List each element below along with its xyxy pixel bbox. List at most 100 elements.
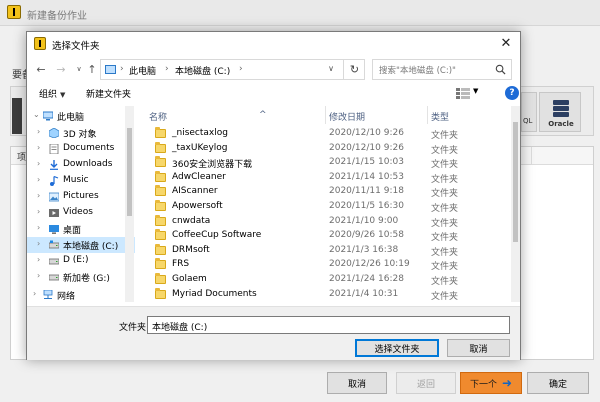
file-row[interactable]: AIScanner 2020/11/11 9:18 文件夹 bbox=[139, 185, 509, 200]
tree-item-drive-g[interactable]: › 新加卷 (G:) bbox=[27, 269, 135, 285]
expand-chevron-icon[interactable]: › bbox=[37, 143, 40, 152]
organize-menu[interactable]: 组织 ▼ bbox=[39, 87, 65, 100]
tree-item-label: Videos bbox=[63, 207, 93, 217]
tree-item-videos[interactable]: › Videos bbox=[27, 205, 135, 221]
tree-item-pictures[interactable]: › Pictures bbox=[27, 189, 135, 205]
column-header-modified[interactable]: 修改日期 bbox=[329, 110, 365, 123]
file-row[interactable]: CoffeeCup Software 2020/9/26 10:58 文件夹 bbox=[139, 229, 509, 244]
file-list-scrollbar[interactable] bbox=[511, 106, 520, 302]
close-icon[interactable]: ✕ bbox=[494, 32, 518, 54]
file-type: 文件夹 bbox=[431, 277, 459, 287]
file-row[interactable]: DRMsoft 2021/1/3 16:38 文件夹 bbox=[139, 243, 509, 259]
breadcrumb-local-disk[interactable]: 本地磁盘 (C:) bbox=[175, 64, 230, 77]
tree-item-documents[interactable]: › Documents bbox=[27, 141, 135, 157]
file-row[interactable]: Myriad Documents 2021/1/4 10:31 文件夹 bbox=[139, 287, 509, 302]
new-folder-button[interactable]: 新建文件夹 bbox=[86, 87, 131, 100]
tree-item-label: 此电脑 bbox=[57, 113, 85, 123]
breadcrumb-chevron-icon[interactable]: › bbox=[165, 64, 169, 74]
expand-chevron-icon[interactable]: › bbox=[37, 175, 40, 184]
source-type-tile[interactable] bbox=[12, 98, 22, 134]
back-arrow-icon[interactable]: ← bbox=[33, 61, 49, 77]
file-row[interactable]: FRS 2020/12/26 10:19 文件夹 bbox=[139, 258, 509, 273]
folder-input[interactable]: 本地磁盘 (C:) bbox=[147, 316, 510, 334]
expand-chevron-icon[interactable]: › bbox=[37, 207, 40, 216]
view-dropdown-icon[interactable]: ▼ bbox=[473, 87, 478, 95]
expand-chevron-icon[interactable]: › bbox=[33, 289, 36, 298]
search-input[interactable]: 搜索"本地磁盘 (C:)" bbox=[372, 59, 512, 80]
expand-chevron-icon[interactable]: › bbox=[37, 127, 40, 136]
column-divider[interactable] bbox=[325, 106, 326, 124]
forward-arrow-icon[interactable]: → bbox=[53, 61, 69, 77]
dialog-titlebar: 选择文件夹 ✕ bbox=[27, 32, 520, 56]
tree-item-3d-objects[interactable]: › 3D 对象 bbox=[27, 125, 135, 141]
breadcrumb-chevron-icon[interactable]: › bbox=[120, 64, 124, 74]
backup-next-button[interactable]: 下一个 ➜ bbox=[460, 372, 522, 394]
scrollbar-thumb[interactable] bbox=[127, 128, 132, 216]
file-name: Golaem bbox=[172, 274, 207, 284]
expand-chevron-icon[interactable]: › bbox=[37, 159, 40, 168]
navigation-scrollbar[interactable] bbox=[125, 106, 134, 302]
tree-item-local-disk-c[interactable]: › 本地磁盘 (C:) bbox=[27, 237, 135, 253]
backup-back-button[interactable]: 返回 bbox=[396, 372, 456, 394]
oracle-source-label: Oracle bbox=[548, 120, 574, 128]
dialog-title: 选择文件夹 bbox=[52, 41, 100, 52]
column-header-type[interactable]: 类型 bbox=[431, 110, 449, 123]
file-type: 文件夹 bbox=[431, 160, 459, 171]
search-placeholder: 搜索"本地磁盘 (C:)" bbox=[379, 66, 456, 76]
up-arrow-icon[interactable]: ↑ bbox=[84, 61, 100, 77]
file-row[interactable]: 360安全浏览器下载 2021/1/15 10:03 文件夹 bbox=[139, 156, 509, 171]
file-row[interactable]: AdwCleaner 2021/1/14 10:53 文件夹 bbox=[139, 170, 509, 186]
backup-ok-button[interactable]: 确定 bbox=[527, 372, 589, 394]
dialog-cancel-button[interactable]: 取消 bbox=[447, 339, 510, 357]
backup-cancel-button[interactable]: 取消 bbox=[327, 372, 387, 394]
tree-item-desktop[interactable]: › 桌面 bbox=[27, 221, 135, 237]
view-options-icon[interactable] bbox=[456, 88, 470, 99]
dialog-toolbar: 组织 ▼ 新建文件夹 ▼ ? bbox=[27, 84, 520, 104]
documents-icon bbox=[49, 144, 59, 154]
backup-next-label: 下一个 bbox=[469, 379, 497, 390]
folder-icon bbox=[155, 243, 166, 255]
file-modified: 2020/11/5 16:30 bbox=[329, 201, 404, 211]
column-header-name[interactable]: 名称 bbox=[149, 110, 167, 123]
file-row[interactable]: _nisectaxlog 2020/12/10 9:26 文件夹 bbox=[139, 127, 509, 142]
expand-chevron-icon[interactable]: › bbox=[37, 255, 40, 264]
file-type: 文件夹 bbox=[431, 189, 459, 200]
column-divider[interactable] bbox=[427, 106, 428, 124]
expand-chevron-icon[interactable]: › bbox=[37, 191, 40, 200]
select-folder-button[interactable]: 选择文件夹 bbox=[355, 339, 439, 357]
file-row[interactable]: Apowersoft 2020/11/5 16:30 文件夹 bbox=[139, 200, 509, 215]
breadcrumb-this-pc[interactable]: 此电脑 bbox=[129, 64, 156, 77]
collapse-chevron-icon[interactable]: ⌄ bbox=[33, 110, 40, 119]
tree-item-downloads[interactable]: › Downloads bbox=[27, 157, 135, 173]
address-bar[interactable]: › 此电脑 › 本地磁盘 (C:) › ∨ bbox=[100, 59, 365, 80]
address-dropdown-icon[interactable]: ∨ bbox=[328, 64, 334, 73]
file-name: AdwCleaner bbox=[172, 171, 226, 182]
scrollbar-thumb[interactable] bbox=[513, 122, 518, 242]
file-row[interactable]: cnwdata 2021/1/10 9:00 文件夹 bbox=[139, 214, 509, 230]
organize-label: 组织 bbox=[39, 90, 58, 100]
pictures-icon bbox=[49, 192, 59, 202]
oracle-source-button[interactable]: Oracle bbox=[539, 92, 581, 132]
refresh-icon[interactable]: ↻ bbox=[343, 59, 365, 80]
folder-field-label: 文件夹: bbox=[119, 323, 150, 333]
file-row[interactable]: Golaem 2021/1/24 16:28 文件夹 bbox=[139, 273, 509, 288]
file-name: Myriad Documents bbox=[172, 288, 257, 299]
tree-item-network[interactable]: › 网络 bbox=[27, 287, 135, 302]
tree-item-drive-e[interactable]: › D (E:) bbox=[27, 253, 135, 269]
tree-item-this-pc[interactable]: ⌄ 此电脑 bbox=[27, 108, 135, 124]
file-type: 文件夹 bbox=[431, 131, 459, 141]
breadcrumb-chevron-icon[interactable]: › bbox=[239, 64, 243, 74]
sql-source-button[interactable]: QL bbox=[521, 92, 537, 132]
tree-item-music[interactable]: › Music bbox=[27, 173, 135, 189]
backup-list-column-item: 项 bbox=[17, 153, 27, 163]
expand-chevron-icon[interactable]: › bbox=[37, 223, 40, 232]
file-row[interactable]: _taxUKeylog 2020/12/10 9:26 文件夹 bbox=[139, 141, 509, 157]
file-type: 文件夹 bbox=[431, 218, 459, 229]
computer-icon bbox=[105, 65, 116, 74]
file-modified: 2020/12/10 9:26 bbox=[329, 128, 404, 138]
expand-chevron-icon[interactable]: › bbox=[37, 239, 40, 248]
help-icon[interactable]: ? bbox=[505, 86, 519, 100]
expand-chevron-icon[interactable]: › bbox=[37, 271, 40, 280]
file-name: DRMsoft bbox=[172, 244, 210, 255]
app-logo-icon bbox=[34, 37, 46, 50]
